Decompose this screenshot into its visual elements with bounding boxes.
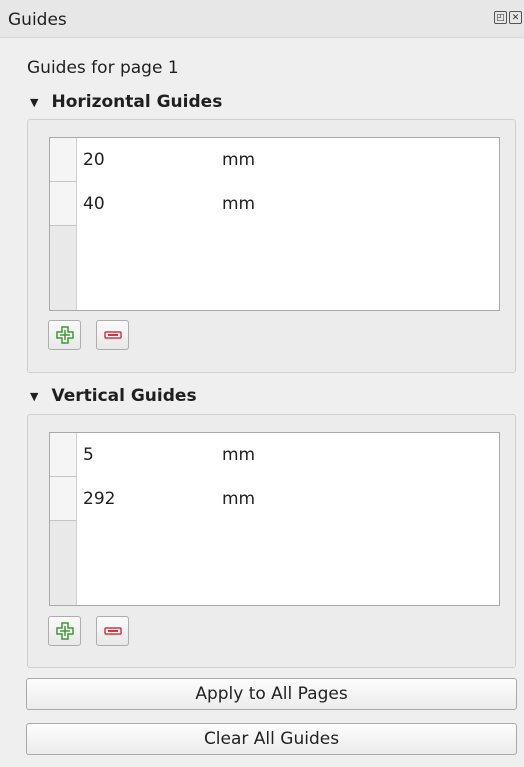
guide-position[interactable]: 5 (83, 445, 94, 465)
row-header[interactable] (50, 182, 77, 226)
vertical-guides-group: 5 mm 292 mm (27, 414, 516, 668)
page-label: Guides for page 1 (27, 58, 179, 78)
add-guide-button[interactable] (48, 320, 81, 350)
row-header[interactable] (50, 138, 77, 182)
remove-guide-button[interactable] (96, 320, 129, 350)
horizontal-guides-table[interactable]: 20 mm 40 mm (49, 137, 500, 311)
close-icon[interactable]: ✕ (509, 11, 522, 24)
remove-guide-button[interactable] (96, 616, 129, 646)
row-header[interactable] (50, 433, 77, 477)
guide-unit[interactable]: mm (222, 150, 255, 170)
guide-position[interactable]: 20 (83, 150, 105, 170)
add-icon (55, 622, 74, 640)
collapse-triangle-icon: ▼ (30, 95, 39, 109)
table-row[interactable]: 40 mm (50, 182, 499, 226)
panel-title: Guides (8, 10, 67, 30)
add-icon (55, 326, 74, 344)
guide-unit[interactable]: mm (222, 445, 255, 465)
table-row[interactable]: 292 mm (50, 477, 499, 521)
guide-unit[interactable]: mm (222, 489, 255, 509)
vertical-guides-header[interactable]: ▼ Vertical Guides (30, 386, 197, 406)
horizontal-guides-group: 20 mm 40 mm (27, 119, 516, 373)
remove-icon (103, 627, 122, 635)
table-row[interactable]: 20 mm (50, 138, 499, 182)
horizontal-guides-header[interactable]: ▼ Horizontal Guides (30, 92, 222, 112)
apply-to-all-pages-button[interactable]: Apply to All Pages (26, 678, 517, 710)
table-row[interactable]: 5 mm (50, 433, 499, 477)
panel-title-buttons: ◰ ✕ (494, 11, 522, 24)
remove-icon (103, 331, 122, 339)
collapse-triangle-icon: ▼ (30, 389, 39, 403)
clear-all-guides-button[interactable]: Clear All Guides (26, 723, 517, 755)
float-icon[interactable]: ◰ (494, 11, 507, 24)
vertical-guides-title: Vertical Guides (51, 386, 197, 406)
vertical-guides-table[interactable]: 5 mm 292 mm (49, 432, 500, 606)
add-guide-button[interactable] (48, 616, 81, 646)
guide-position[interactable]: 40 (83, 194, 105, 214)
row-header[interactable] (50, 477, 77, 521)
horizontal-guides-title: Horizontal Guides (51, 92, 223, 112)
panel-titlebar: Guides ◰ ✕ (0, 0, 524, 38)
guide-unit[interactable]: mm (222, 194, 255, 214)
guide-position[interactable]: 292 (83, 489, 115, 509)
